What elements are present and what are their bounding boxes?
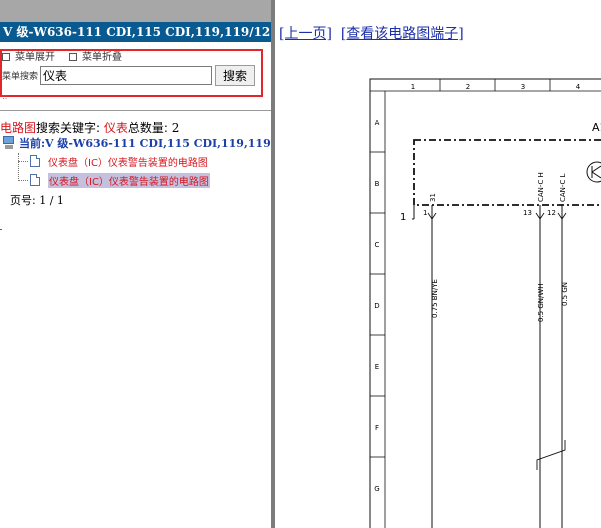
vehicle-title-bar: V 级-W636-111 CDI,115 CDI,119,119/122-272… [0, 22, 271, 42]
small-marks: :: [2, 92, 8, 101]
component-symbol [586, 161, 601, 183]
result-tree: 仪表盘（IC）仪表警告装置的电路图 仪表盘（IC）仪表警告装置的电路图 [14, 153, 269, 193]
row-label: E [375, 363, 379, 371]
row-label: B [375, 180, 380, 188]
divider [0, 110, 271, 111]
pager: 页号: 1 / 1 [10, 192, 64, 208]
pin-number: 12 [547, 209, 556, 217]
page-nav: [上一页] [查看该电路图端子] [279, 23, 464, 43]
result-category: 电路图 [0, 121, 37, 135]
menu-toggles: 菜单展开 菜单折叠 [2, 48, 122, 63]
result-count: 2 [171, 121, 180, 135]
document-icon [30, 155, 40, 167]
tree-item-selected[interactable]: 仪表盘（IC）仪表警告装置的电路图 [18, 172, 210, 188]
computer-icon [2, 136, 16, 150]
result-count-label: 总数量: [127, 121, 168, 135]
tree-item[interactable]: 仪表盘（IC）仪表警告装置的电路图 [18, 153, 208, 169]
row-label: G [374, 485, 379, 493]
menu-expand-link[interactable]: 菜单展开 [15, 52, 55, 63]
pin-name: CAN-C L [559, 173, 567, 202]
menu-search-row: 菜单搜索 搜索 [2, 64, 256, 86]
column-label: 1 [411, 83, 415, 91]
current-node[interactable]: 当前:V 级-W636-111 CDI,115 CDI,119,119/122-… [2, 135, 271, 151]
edge-mark [0, 222, 2, 230]
menu-collapse-link[interactable]: 菜单折叠 [82, 52, 122, 63]
wiring-diagram: 1 2 3 4 A B C D E F G A1 1 31 1 0.75 BN/… [369, 78, 601, 528]
twisted-pair-mark [536, 440, 566, 470]
row-label: A [375, 119, 380, 127]
view-terminal-link[interactable]: [查看该电路图端子] [341, 26, 464, 42]
left-panel: V 级-W636-111 CDI,115 CDI,119,119/122-272… [0, 22, 271, 528]
right-panel: 1 2 3 4 A B C D E F G A1 1 31 1 0.75 BN/… [275, 0, 601, 528]
component-label: A1 [592, 121, 601, 134]
pin-name: CAN-C H [537, 172, 545, 202]
pin-name: 31 [429, 193, 437, 202]
column-label: 2 [466, 83, 470, 91]
search-input[interactable] [40, 65, 213, 85]
wire-label: 0.5 GN [561, 282, 569, 306]
wire-label: 0.75 BN/YE [431, 279, 439, 318]
row-label: F [375, 424, 379, 432]
component-a1-outline [413, 139, 601, 206]
search-label: 菜单搜索 [2, 71, 39, 82]
pin-number: 13 [523, 209, 532, 217]
document-icon [30, 174, 40, 186]
column-label: 4 [576, 83, 581, 91]
wire-label: 0.5 GN/WH [537, 283, 545, 322]
pin-number: 1 [423, 209, 427, 217]
collapse-icon[interactable] [69, 53, 77, 61]
current-node-label[interactable]: 当前:V 级-W636-111 CDI,115 CDI,119,119/122-… [19, 135, 271, 151]
tree-item-label[interactable]: 仪表盘（IC）仪表警告装置的电路图 [48, 154, 208, 169]
column-label: 3 [521, 83, 525, 91]
result-keyword: 仪表 [103, 121, 128, 135]
tree-item-label[interactable]: 仪表盘（IC）仪表警告装置的电路图 [48, 172, 210, 188]
search-result-summary: 电路图搜索关键字: 仪表总数量: 2 [0, 119, 179, 136]
pager-label: 页号: [10, 194, 36, 207]
row-label: D [374, 302, 379, 310]
expand-icon[interactable] [2, 53, 10, 61]
pager-value: 1 / 1 [39, 194, 64, 207]
result-keyword-label: 搜索关键字: [36, 121, 101, 135]
search-button[interactable]: 搜索 [215, 64, 256, 86]
row-label: C [375, 241, 380, 249]
prev-page-link[interactable]: [上一页] [279, 26, 332, 42]
connector-label: 1 [400, 212, 406, 223]
